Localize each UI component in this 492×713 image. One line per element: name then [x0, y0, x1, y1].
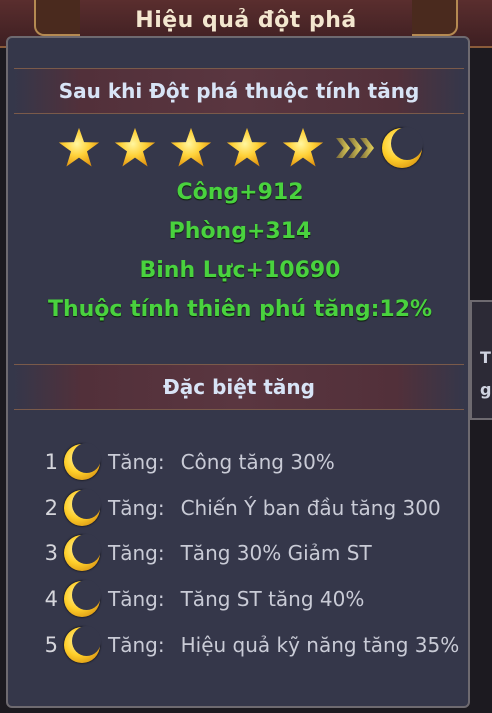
bonus-label: Tăng:	[108, 587, 165, 611]
moon-icon	[64, 534, 101, 571]
arrow-right-icon	[336, 138, 374, 158]
moon-icon	[64, 626, 101, 663]
star-icon	[58, 127, 100, 167]
bonus-value: Công tăng 30%	[180, 450, 335, 474]
star-icon	[170, 127, 212, 167]
star-icon	[226, 127, 268, 167]
bonus-number: 4	[44, 587, 58, 611]
stat-attack: Công+912	[176, 180, 304, 205]
moon-icon	[64, 489, 101, 526]
side-panel-text: Tl	[480, 348, 492, 367]
bonus-label: Tăng:	[108, 541, 165, 565]
bonus-label: Tăng:	[108, 633, 165, 657]
moon-icon	[64, 580, 101, 617]
stat-defense: Phòng+314	[168, 219, 312, 244]
section-title: Sau khi Đột phá thuộc tính tăng	[58, 79, 420, 103]
section-title: Đặc biệt tăng	[163, 375, 315, 399]
window-title: Hiệu quả đột phá	[135, 8, 357, 33]
moon-icon	[64, 443, 101, 480]
bonus-number: 2	[44, 496, 58, 520]
bonus-row: 5 Tăng: Hiệu quả kỹ năng tăng 35%	[40, 626, 460, 663]
bonus-row: 4 Tăng: Tăng ST tăng 40%	[40, 580, 365, 617]
star-progression	[58, 126, 423, 170]
section-header-special: Đặc biệt tăng	[14, 364, 464, 410]
moon-icon	[382, 127, 423, 168]
bonus-value: Chiến Ý ban đầu tăng 300	[180, 496, 441, 520]
stat-talent: Thuộc tính thiên phú tăng:12%	[47, 297, 433, 322]
star-icon	[114, 127, 156, 167]
bonus-label: Tăng:	[108, 496, 165, 520]
bonus-number: 1	[44, 450, 58, 474]
side-panel-edge[interactable]: Tl g	[470, 300, 492, 420]
bonus-number: 5	[44, 633, 58, 657]
bonus-label: Tăng:	[108, 450, 165, 474]
star-icon	[282, 127, 324, 167]
bonus-value: Tăng 30% Giảm ST	[180, 541, 372, 565]
bonus-number: 3	[44, 541, 58, 565]
bonus-value: Tăng ST tăng 40%	[180, 587, 365, 611]
bonus-row: 3 Tăng: Tăng 30% Giảm ST	[40, 534, 372, 571]
section-header-attributes: Sau khi Đột phá thuộc tính tăng	[14, 68, 464, 114]
bonus-value: Hiệu quả kỹ năng tăng 35%	[180, 633, 460, 657]
stat-troops: Binh Lực+10690	[139, 258, 341, 283]
side-panel-text: g	[480, 380, 492, 399]
bonus-row: 2 Tăng: Chiến Ý ban đầu tăng 300	[40, 489, 441, 526]
bonus-row: 1 Tăng: Công tăng 30%	[40, 443, 335, 480]
